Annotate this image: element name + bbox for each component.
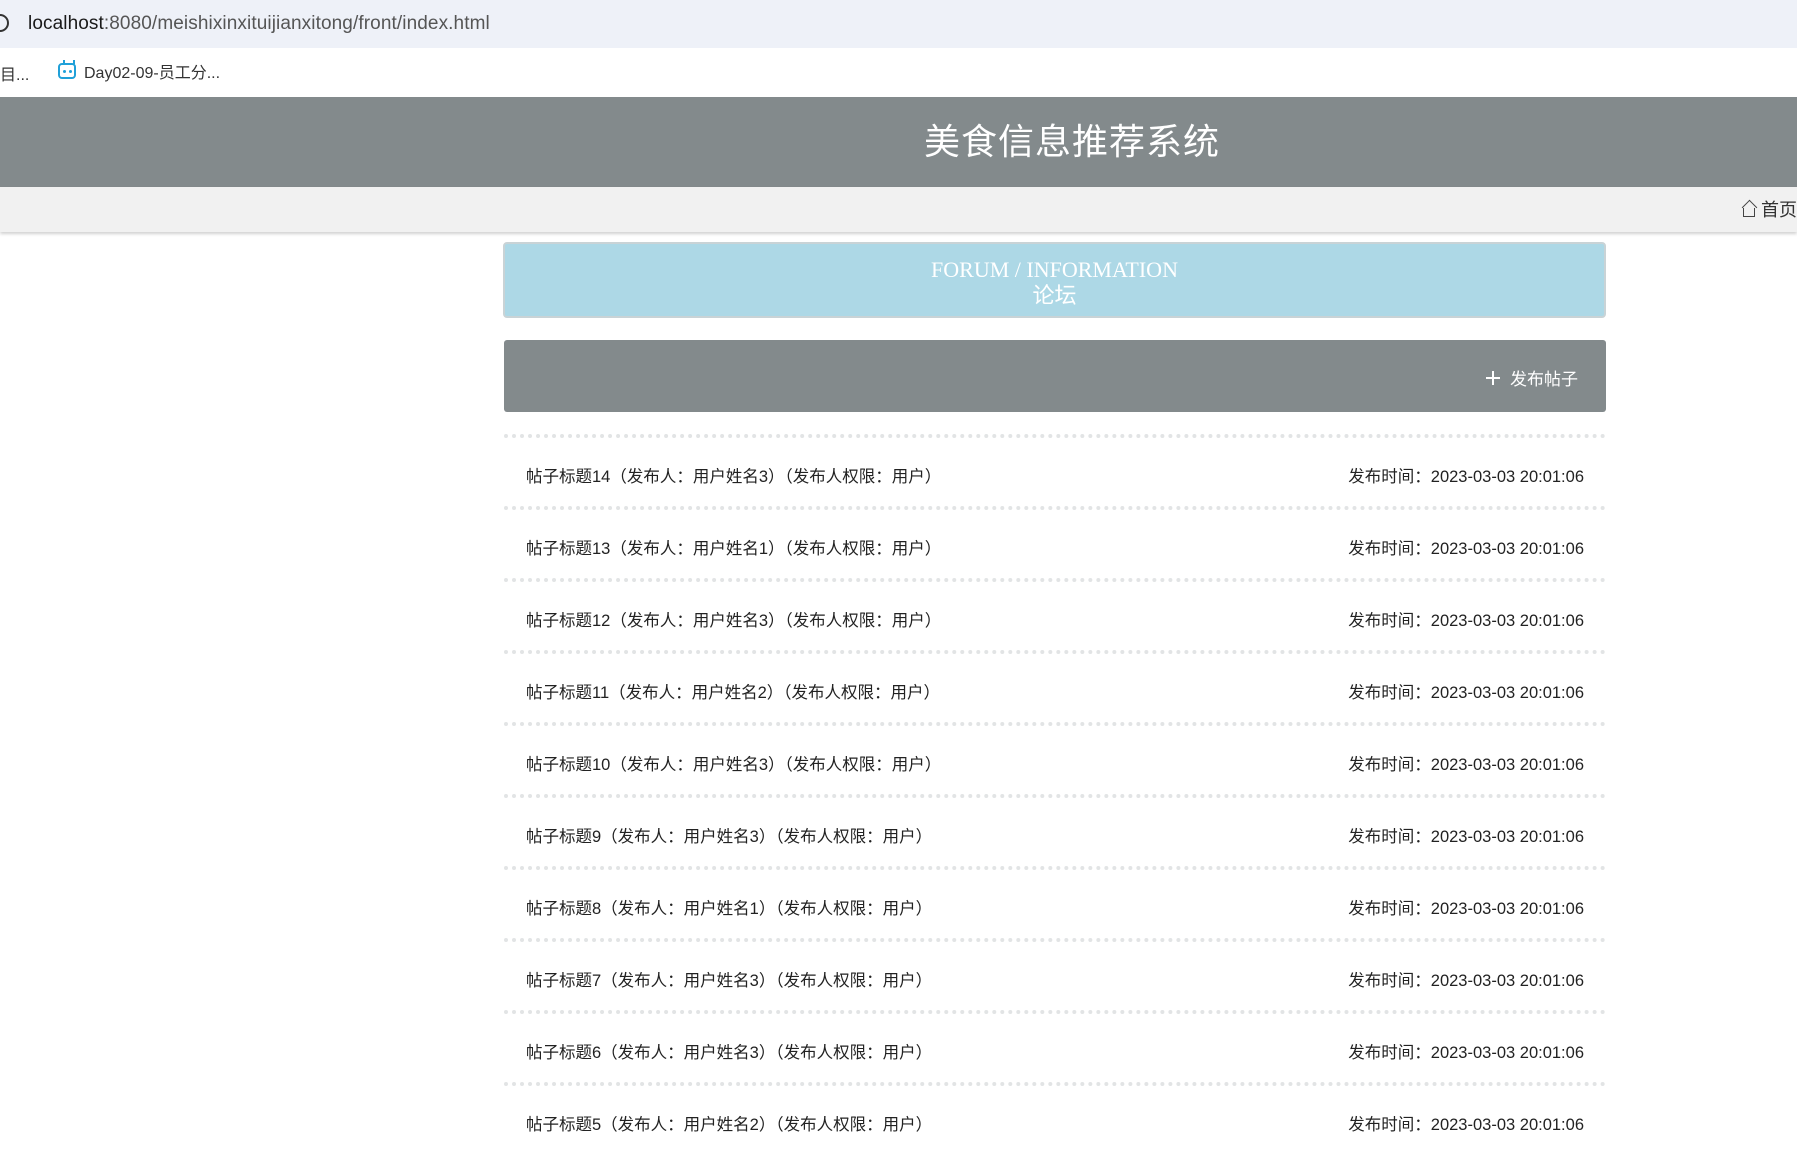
url-host: localhost xyxy=(28,13,104,34)
site-header: 美食信息推荐系统 xyxy=(0,97,1797,187)
post-list: 帖子标题14（发布人：用户姓名3）（发布人权限：用户） 发布时间：2023-03… xyxy=(504,434,1606,1154)
post-list-item[interactable]: 帖子标题12（发布人：用户姓名3）（发布人权限：用户） 发布时间：2023-03… xyxy=(504,578,1606,650)
post-list-item[interactable]: 帖子标题14（发布人：用户姓名3）（发布人权限：用户） 发布时间：2023-03… xyxy=(504,434,1606,506)
section-banner: FORUM / INFORMATION 论坛 xyxy=(503,242,1606,318)
post-title[interactable]: 帖子标题6（发布人：用户姓名3）（发布人权限：用户） xyxy=(526,1039,932,1063)
publish-post-label: 发布帖子 xyxy=(1510,370,1578,389)
site-info-icon[interactable] xyxy=(0,14,9,32)
nav-bar: 首页 xyxy=(0,187,1797,232)
url-text[interactable]: localhost:8080/meishixinxituijianxitong/… xyxy=(28,13,490,35)
post-list-item[interactable]: 帖子标题5（发布人：用户姓名2）（发布人权限：用户） 发布时间：2023-03-… xyxy=(504,1082,1606,1154)
nav-home-link[interactable]: 首页 xyxy=(1741,197,1797,221)
bilibili-icon xyxy=(58,63,76,79)
post-time: 发布时间：2023-03-03 20:01:06 xyxy=(1348,1044,1584,1062)
forum-action-bar: 发布帖子 xyxy=(504,340,1606,412)
post-title[interactable]: 帖子标题13（发布人：用户姓名1）（发布人权限：用户） xyxy=(526,535,941,559)
post-time: 发布时间：2023-03-03 20:01:06 xyxy=(1348,468,1584,486)
bookmark-label: Day02-09-员工分... xyxy=(84,65,221,82)
post-title[interactable]: 帖子标题10（发布人：用户姓名3）（发布人权限：用户） xyxy=(526,751,941,775)
post-time: 发布时间：2023-03-03 20:01:06 xyxy=(1348,972,1584,990)
post-time: 发布时间：2023-03-03 20:01:06 xyxy=(1348,612,1584,630)
post-list-item[interactable]: 帖子标题8（发布人：用户姓名1）（发布人权限：用户） 发布时间：2023-03-… xyxy=(504,866,1606,938)
post-title[interactable]: 帖子标题5（发布人：用户姓名2）（发布人权限：用户） xyxy=(526,1111,932,1135)
post-title[interactable]: 帖子标题9（发布人：用户姓名3）（发布人权限：用户） xyxy=(526,823,932,847)
post-title[interactable]: 帖子标题12（发布人：用户姓名3）（发布人权限：用户） xyxy=(526,607,941,631)
banner-title-cn: 论坛 xyxy=(1032,283,1077,308)
post-time: 发布时间：2023-03-03 20:01:06 xyxy=(1348,684,1584,702)
post-list-item[interactable]: 帖子标题6（发布人：用户姓名3）（发布人权限：用户） 发布时间：2023-03-… xyxy=(504,1010,1606,1082)
bookmark-item-truncated[interactable]: 目... xyxy=(0,61,29,85)
post-list-item[interactable]: 帖子标题13（发布人：用户姓名1）（发布人权限：用户） 发布时间：2023-03… xyxy=(504,506,1606,578)
post-list-item[interactable]: 帖子标题10（发布人：用户姓名3）（发布人权限：用户） 发布时间：2023-03… xyxy=(504,722,1606,794)
address-bar[interactable]: localhost:8080/meishixinxituijianxitong/… xyxy=(0,0,1797,48)
publish-post-button[interactable]: 发布帖子 xyxy=(1486,365,1578,390)
post-list-item[interactable]: 帖子标题7（发布人：用户姓名3）（发布人权限：用户） 发布时间：2023-03-… xyxy=(504,938,1606,1010)
post-list-item[interactable]: 帖子标题11（发布人：用户姓名2）（发布人权限：用户） 发布时间：2023-03… xyxy=(504,650,1606,722)
post-list-item[interactable]: 帖子标题9（发布人：用户姓名3）（发布人权限：用户） 发布时间：2023-03-… xyxy=(504,794,1606,866)
post-title[interactable]: 帖子标题14（发布人：用户姓名3）（发布人权限：用户） xyxy=(526,463,941,487)
banner-title-en: FORUM / INFORMATION xyxy=(931,257,1178,282)
post-time: 发布时间：2023-03-03 20:01:06 xyxy=(1348,756,1584,774)
site-title: 美食信息推荐系统 xyxy=(923,121,1220,162)
post-time: 发布时间：2023-03-03 20:01:06 xyxy=(1348,1116,1584,1134)
post-title[interactable]: 帖子标题7（发布人：用户姓名3）（发布人权限：用户） xyxy=(526,967,932,991)
post-time: 发布时间：2023-03-03 20:01:06 xyxy=(1348,540,1584,558)
home-icon xyxy=(1741,200,1759,218)
post-time: 发布时间：2023-03-03 20:01:06 xyxy=(1348,900,1584,918)
nav-home-label: 首页 xyxy=(1761,200,1797,220)
post-time: 发布时间：2023-03-03 20:01:06 xyxy=(1348,828,1584,846)
post-title[interactable]: 帖子标题11（发布人：用户姓名2）（发布人权限：用户） xyxy=(526,679,940,703)
url-path: :8080/meishixinxituijianxitong/front/ind… xyxy=(103,13,490,34)
bookmark-item[interactable]: Day02-09-员工分... xyxy=(58,59,220,83)
post-title[interactable]: 帖子标题8（发布人：用户姓名1）（发布人权限：用户） xyxy=(526,895,932,919)
bookmarks-bar xyxy=(0,48,1797,96)
plus-icon xyxy=(1486,370,1500,385)
